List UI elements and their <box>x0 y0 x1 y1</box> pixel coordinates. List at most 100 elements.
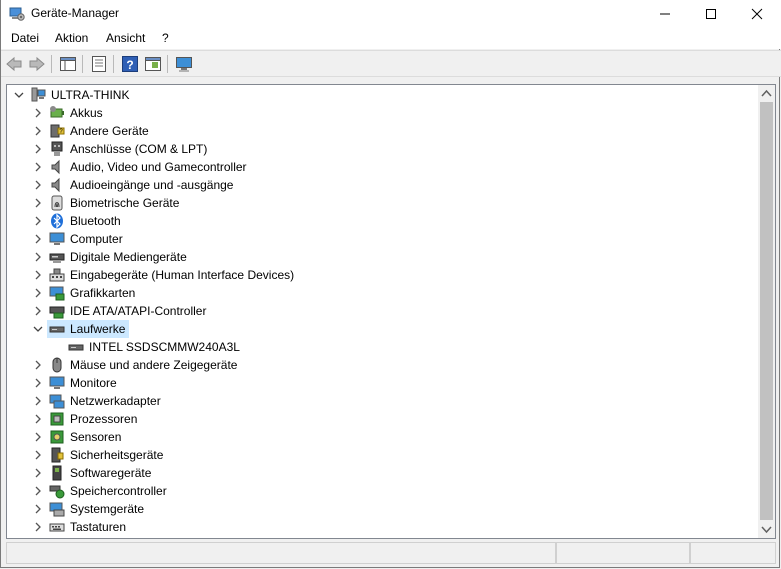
chevron-right-icon[interactable] <box>32 521 44 533</box>
tree-node-prozessoren[interactable]: Prozessoren <box>7 410 757 428</box>
tree-node-label: Audio, Video und Gamecontroller <box>70 160 247 174</box>
tree-node-label: Computer <box>70 232 123 246</box>
tree-node-label: Systemgeräte <box>70 502 145 516</box>
forward-arrow-icon[interactable] <box>28 55 46 73</box>
chevron-right-icon[interactable] <box>32 413 44 425</box>
tree-node-label: Anschlüsse (COM & LPT) <box>70 142 208 156</box>
tree-node-label: Speichercontroller <box>70 484 167 498</box>
chevron-right-icon[interactable] <box>32 287 44 299</box>
maximize-icon <box>706 9 716 19</box>
battery-icon <box>50 106 64 118</box>
tree-node-ide-ata[interactable]: IDE ATA/ATAPI-Controller <box>7 302 757 320</box>
tree-node-computer[interactable]: Computer <box>7 230 757 248</box>
tree-node-label: IDE ATA/ATAPI-Controller <box>70 304 207 318</box>
show-hide-console-tree-icon[interactable] <box>59 55 77 73</box>
chevron-down-icon[interactable] <box>13 89 25 101</box>
tree-root-node[interactable]: ULTRA-THINK <box>7 86 757 104</box>
computer-icon <box>31 87 46 102</box>
chevron-down-icon[interactable] <box>32 323 44 335</box>
computer-icon <box>49 232 65 245</box>
tree-node-akkus[interactable]: Akkus <box>7 104 757 122</box>
minimize-icon <box>660 13 670 15</box>
tree-node-label: Netzwerkadapter <box>70 394 161 408</box>
chevron-right-icon[interactable] <box>32 359 44 371</box>
close-button[interactable] <box>734 0 780 28</box>
tree-node-label: Eingabegeräte (Human Interface Devices) <box>70 268 295 282</box>
tree-node-maeuse[interactable]: Mäuse und andere Zeigegeräte <box>7 356 757 374</box>
maximize-button[interactable] <box>688 0 734 28</box>
chevron-right-icon[interactable] <box>32 197 44 209</box>
scroll-up-icon[interactable] <box>761 89 772 98</box>
display-adapter-icon <box>49 286 65 301</box>
vertical-scrollbar[interactable] <box>758 85 775 538</box>
chevron-right-icon[interactable] <box>32 467 44 479</box>
chevron-right-icon[interactable] <box>32 125 44 137</box>
tree-node-digitale-mediengeraete[interactable]: Digitale Mediengeräte <box>7 248 757 266</box>
tree-node-sicherheitsgeraete[interactable]: Sicherheitsgeräte <box>7 446 757 464</box>
speaker-icon <box>51 177 60 193</box>
bluetooth-icon <box>51 213 63 229</box>
tree-node-laufwerke[interactable]: Laufwerke <box>7 320 757 338</box>
help-icon[interactable]: ? <box>121 55 139 73</box>
chevron-right-icon[interactable] <box>32 431 44 443</box>
chevron-right-icon[interactable] <box>32 143 44 155</box>
menu-ansicht[interactable]: Ansicht <box>106 31 145 45</box>
toolbar-separator <box>113 55 114 73</box>
tree-node-intel-ssd[interactable]: INTEL SSDSCMMW240A3L <box>7 338 757 356</box>
chevron-right-icon[interactable] <box>32 179 44 191</box>
chevron-right-icon[interactable] <box>32 107 44 119</box>
chevron-right-icon[interactable] <box>32 251 44 263</box>
tree-node-biometrische-geraete[interactable]: Biometrische Geräte <box>7 194 757 212</box>
menu-aktion[interactable]: Aktion <box>55 31 88 45</box>
properties-icon[interactable] <box>90 55 108 73</box>
chevron-right-icon[interactable] <box>32 215 44 227</box>
scroll-down-icon[interactable] <box>761 525 772 534</box>
action-pane-icon[interactable] <box>144 55 162 73</box>
window-title: Geräte-Manager <box>31 6 120 20</box>
scrollbar-thumb[interactable] <box>760 102 773 520</box>
chevron-right-icon[interactable] <box>32 449 44 461</box>
tree-node-label: Tastaturen <box>70 520 127 534</box>
tree-node-monitore[interactable]: Monitore <box>7 374 757 392</box>
tree-node-label: Sensoren <box>70 430 122 444</box>
tree-node-audio-video[interactable]: Audio, Video und Gamecontroller <box>7 158 757 176</box>
tree-node-label: Sicherheitsgeräte <box>70 448 164 462</box>
tree-node-tastaturen[interactable]: Tastaturen <box>7 518 757 536</box>
system-device-icon <box>49 502 65 517</box>
tree-node-softwaregeraete[interactable]: Softwaregeräte <box>7 464 757 482</box>
title-bar[interactable]: Geräte-Manager <box>1 0 781 28</box>
status-bar <box>6 542 776 564</box>
menu-datei[interactable]: Datei <box>11 31 39 45</box>
back-arrow-icon[interactable] <box>5 55 23 73</box>
tree-node-grafikkarten[interactable]: Grafikkarten <box>7 284 757 302</box>
status-cell-main <box>6 542 556 564</box>
tree-node-eingabegeraete[interactable]: Eingabegeräte (Human Interface Devices) <box>7 266 757 284</box>
chevron-right-icon[interactable] <box>32 161 44 173</box>
chevron-right-icon[interactable] <box>32 269 44 281</box>
tree-node-andere-geraete[interactable]: ? Andere Geräte <box>7 122 757 140</box>
status-cell-secondary <box>556 542 690 564</box>
tree-node-audioeingaenge[interactable]: Audioeingänge und -ausgänge <box>7 176 757 194</box>
keyboard-icon <box>49 523 65 532</box>
storage-controller-icon <box>49 485 65 499</box>
disk-drive-icon <box>49 326 65 333</box>
toolbar-separator <box>82 55 83 73</box>
tree-node-anschluesse[interactable]: Anschlüsse (COM & LPT) <box>7 140 757 158</box>
unknown-device-icon: ? <box>50 124 65 138</box>
monitor-icon[interactable] <box>175 55 193 73</box>
tree-node-speichercontroller[interactable]: Speichercontroller <box>7 482 757 500</box>
chevron-right-icon[interactable] <box>32 233 44 245</box>
chevron-right-icon[interactable] <box>32 503 44 515</box>
tree-node-systemgeraete[interactable]: Systemgeräte <box>7 500 757 518</box>
menu-help[interactable]: ? <box>162 31 169 45</box>
hid-icon <box>49 268 65 282</box>
tree-node-bluetooth[interactable]: Bluetooth <box>7 212 757 230</box>
chevron-right-icon[interactable] <box>32 485 44 497</box>
chevron-right-icon[interactable] <box>32 377 44 389</box>
minimize-button[interactable] <box>642 0 688 28</box>
chevron-right-icon[interactable] <box>32 305 44 317</box>
tree-node-netzwerkadapter[interactable]: Netzwerkadapter <box>7 392 757 410</box>
chevron-right-icon[interactable] <box>32 395 44 407</box>
media-device-icon <box>49 253 65 263</box>
tree-node-sensoren[interactable]: Sensoren <box>7 428 757 446</box>
